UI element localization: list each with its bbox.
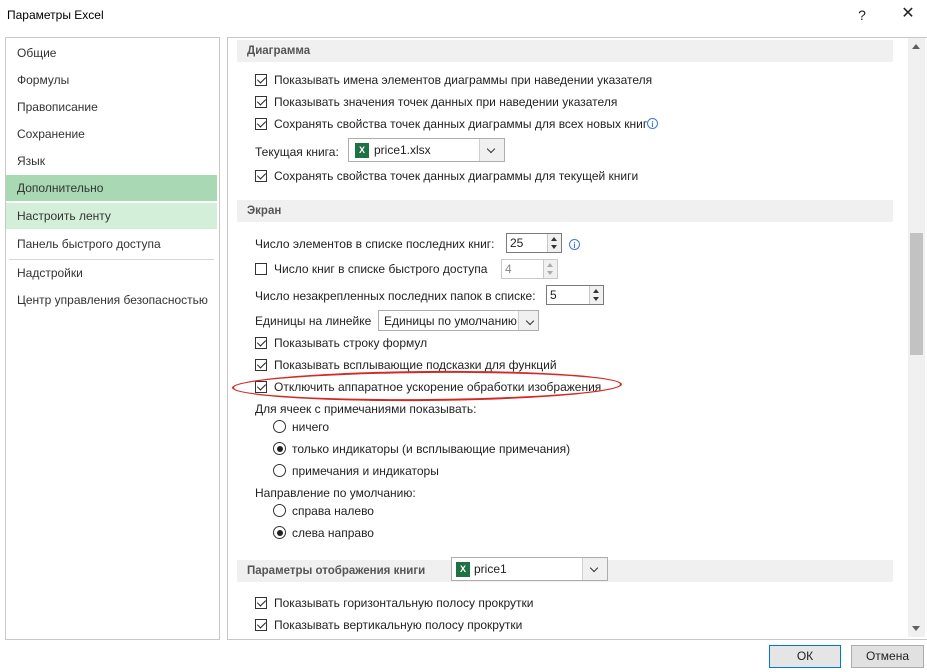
options-panel: Диаграмма Показывать имена элементов диа… <box>227 37 927 640</box>
quick-access-books-value: 4 <box>505 262 512 276</box>
comments-indicators-label: только индикаторы (и всплывающие примеча… <box>292 442 571 456</box>
show-formula-bar-checkbox[interactable] <box>255 337 267 349</box>
keep-data-point-props-all-checkbox[interactable] <box>255 118 267 130</box>
scroll-down-icon[interactable] <box>912 626 920 631</box>
keep-data-point-props-current-checkbox[interactable] <box>255 170 267 182</box>
current-book-value: price1.xlsx <box>374 143 431 157</box>
recent-books-count-label: Число элементов в списке последних книг: <box>255 237 495 251</box>
window-title: Параметры Excel <box>7 8 104 22</box>
sidebar-item-quick-access-toolbar[interactable]: Панель быстрого доступа <box>6 231 217 257</box>
direction-rtl-label: справа налево <box>292 504 374 518</box>
ruler-units-label: Единицы на линейке <box>255 314 372 328</box>
help-button[interactable]: ? <box>852 5 872 25</box>
show-vertical-scrollbar-checkbox[interactable] <box>255 619 267 631</box>
comments-none-radio[interactable] <box>273 420 286 433</box>
direction-rtl-radio[interactable] <box>273 504 286 517</box>
spinner-arrows[interactable] <box>589 286 603 304</box>
sidebar-item-advanced[interactable]: Дополнительно <box>6 175 217 201</box>
show-formula-bar-label: Показывать строку формул <box>274 336 428 350</box>
options-scrollbar[interactable] <box>908 38 925 637</box>
unpinned-folders-value: 5 <box>550 288 557 302</box>
show-chart-element-names-checkbox[interactable] <box>255 74 267 86</box>
sidebar-item-general[interactable]: Общие <box>6 40 217 66</box>
scrollbar-thumb[interactable] <box>910 233 923 355</box>
comments-none-label: ничего <box>292 420 330 434</box>
keep-data-point-props-current-label: Сохранять свойства точек данных диаграмм… <box>274 169 639 183</box>
ruler-units-value: Единицы по умолчанию <box>384 314 517 328</box>
current-book-dropdown[interactable]: X price1.xlsx <box>348 138 505 162</box>
sidebar-item-formulas[interactable]: Формулы <box>6 67 217 93</box>
sidebar-item-proofing[interactable]: Правописание <box>6 94 217 120</box>
sidebar-item-customize-ribbon[interactable]: Настроить ленту <box>6 203 217 229</box>
quick-access-books-checkbox[interactable] <box>255 263 267 275</box>
default-direction-label: Направление по умолчанию: <box>255 486 416 500</box>
sidebar-item-save[interactable]: Сохранение <box>6 121 217 147</box>
disable-hw-acceleration-label: Отключить аппаратное ускорение обработки… <box>274 380 602 394</box>
comments-display-label: Для ячеек с примечаниями показывать: <box>255 402 477 416</box>
sidebar-item-addins[interactable]: Надстройки <box>6 260 217 286</box>
chevron-down-icon[interactable] <box>479 139 504 161</box>
keep-data-point-props-all-label: Сохранять свойства точек данных диаграмм… <box>274 117 648 131</box>
ok-button[interactable]: ОК <box>769 645 841 668</box>
book-display-dropdown[interactable]: X price1 <box>451 557 608 581</box>
show-data-point-values-label: Показывать значения точек данных при нав… <box>274 95 618 109</box>
section-header-display: Экран <box>237 200 893 222</box>
direction-ltr-radio[interactable] <box>273 526 286 539</box>
section-header-chart: Диаграмма <box>237 40 893 62</box>
close-button[interactable]: ✕ <box>898 4 918 24</box>
recent-books-count-value: 25 <box>510 236 524 250</box>
comments-both-radio[interactable] <box>273 464 286 477</box>
quick-access-books-spinner[interactable]: 4 <box>501 259 558 279</box>
spinner-arrows[interactable] <box>547 234 561 252</box>
chevron-down-icon[interactable] <box>582 558 607 580</box>
show-vertical-scrollbar-label: Показывать вертикальную полосу прокрутки <box>274 618 523 632</box>
ruler-units-dropdown[interactable]: Единицы по умолчанию <box>378 310 539 331</box>
current-book-label: Текущая книга: <box>255 145 339 159</box>
sidebar: Общие Формулы Правописание Сохранение Яз… <box>5 37 220 640</box>
show-chart-element-names-label: Показывать имена элементов диаграммы при… <box>274 73 653 87</box>
title-bar: Параметры Excel ? ✕ <box>0 0 927 32</box>
show-function-tips-checkbox[interactable] <box>255 359 267 371</box>
show-function-tips-label: Показывать всплывающие подсказки для фун… <box>274 358 557 372</box>
recent-books-count-spinner[interactable]: 25 <box>506 233 562 253</box>
comments-indicators-radio[interactable] <box>273 442 286 455</box>
comments-both-label: примечания и индикаторы <box>292 464 439 478</box>
sidebar-item-trust-center[interactable]: Центр управления безопасностью <box>6 287 217 313</box>
excel-file-icon: X <box>355 143 369 158</box>
show-data-point-values-checkbox[interactable] <box>255 96 267 108</box>
info-icon[interactable]: i <box>647 118 658 129</box>
spinner-arrows[interactable] <box>543 260 557 278</box>
sidebar-item-language[interactable]: Язык <box>6 148 217 174</box>
show-horizontal-scrollbar-label: Показывать горизонтальную полосу прокрут… <box>274 596 534 610</box>
scroll-up-icon[interactable] <box>912 44 920 49</box>
direction-ltr-label: слева направо <box>292 526 374 540</box>
book-display-value: price1 <box>474 562 507 576</box>
show-horizontal-scrollbar-checkbox[interactable] <box>255 597 267 609</box>
disable-hw-acceleration-checkbox[interactable] <box>255 381 267 393</box>
unpinned-folders-label: Число незакрепленных последних папок в с… <box>255 289 536 303</box>
info-icon[interactable]: i <box>569 239 580 250</box>
excel-file-icon: X <box>456 562 470 577</box>
quick-access-books-label: Число книг в списке быстрого доступа <box>274 262 488 276</box>
unpinned-folders-spinner[interactable]: 5 <box>546 285 604 305</box>
chevron-down-icon[interactable] <box>518 311 538 330</box>
cancel-button[interactable]: Отмена <box>851 645 924 668</box>
